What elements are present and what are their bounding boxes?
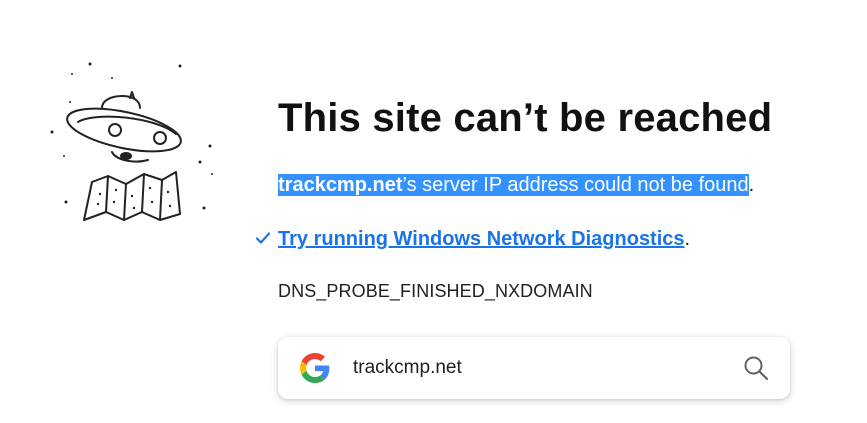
page-title: This site can’t be reached — [278, 96, 773, 140]
diagnostics-suffix: . — [684, 228, 691, 250]
magnifier-icon[interactable] — [742, 354, 770, 382]
network-diagnostics-link[interactable]: Try running Windows Network Diagnostics — [278, 228, 685, 250]
ufo-map-icon — [50, 62, 213, 221]
error-description: ’s server IP address could not be found — [402, 174, 749, 196]
dino-ufo-illustration — [44, 56, 220, 228]
search-box[interactable]: trackcmp.net — [278, 337, 790, 399]
error-code: DNS_PROBE_FINISHED_NXDOMAIN — [278, 281, 593, 301]
diagnostics-suggestion: Try running Windows Network Diagnostics. — [254, 228, 690, 251]
error-host: trackcmp.net — [278, 174, 403, 196]
search-query[interactable]: trackcmp.net — [353, 357, 462, 379]
error-suffix: . — [748, 174, 755, 196]
checkmark-icon — [255, 232, 271, 244]
google-g-icon — [300, 353, 330, 383]
selected-text: trackcmp.net’s server IP address could n… — [278, 174, 749, 196]
error-message: trackcmp.net’s server IP address could n… — [278, 174, 754, 197]
